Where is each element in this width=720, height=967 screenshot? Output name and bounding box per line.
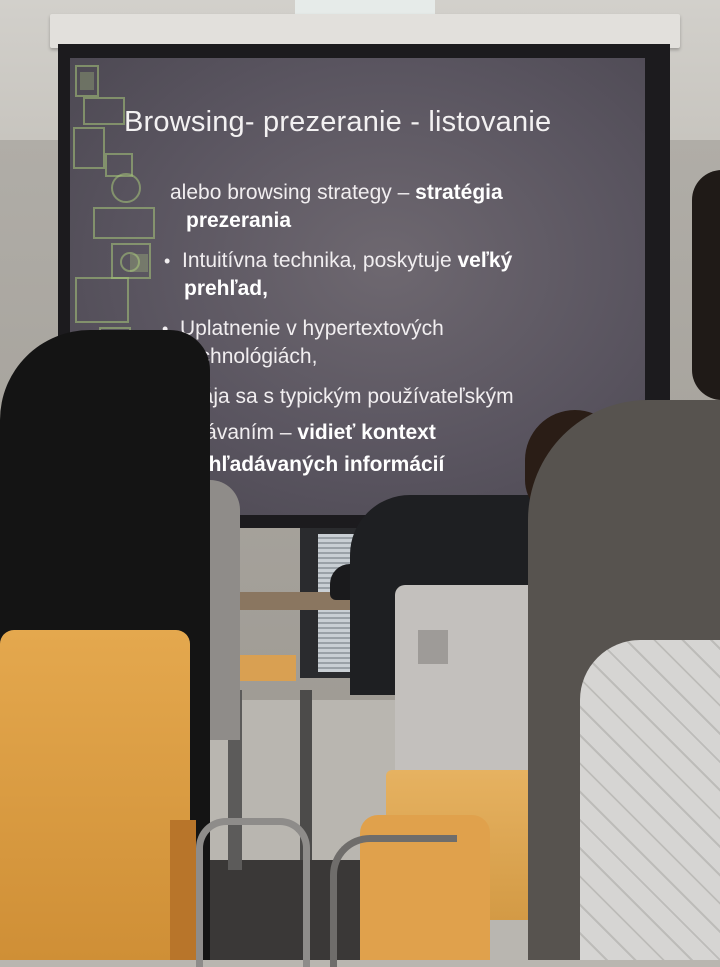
bullet-3-bold: vidieť kontext [297,421,436,444]
chair-frame [330,835,457,967]
chair-left [0,630,190,960]
chair-frame [196,818,310,967]
intro-bold-line2: prezerania [186,209,292,232]
jacket-pocket [418,630,448,664]
slide-intro-line-2: prezerania [186,208,291,234]
bullet-1-line-2: prehľad, [184,276,268,302]
bullet-3-line-1: • Spája sa s typickým používateľským [158,384,514,410]
projector-screen-housing [50,14,680,48]
bullet-3-line-2: správaním – vidieť kontext [176,420,436,446]
intro-text: alebo browsing strategy – [170,181,416,204]
bullet-3-bold-line3: prehľadávaných informácií [176,453,445,476]
bullet-1-text: Intuitívna technika, poskytuje [181,249,458,272]
slide-title: Browsing- prezeranie - listovanie [124,106,552,138]
bullet-2-line-1: • Uplatnenie v hypertextových [162,316,444,342]
bullet-3-line-3: prehľadávaných informácií [176,452,444,478]
bullet-3-text: Spája sa s typickým používateľským [175,385,514,408]
chair-left-edge [170,820,196,960]
bullet-1-bold-line2: prehľad, [184,277,268,300]
bullet-1-bold: veľký [457,249,513,272]
slide-intro-line: alebo browsing strategy – stratégia [170,180,503,206]
bullet-2-text: Uplatnenie v hypertextových [179,317,444,340]
student-right-head [692,170,720,400]
intro-bold: stratégia [415,181,503,204]
bullet-1-glyph: • [164,251,171,271]
puffer-jacket [580,640,720,960]
bullet-1-line-1: • Intuitívna technika, poskytuje veľký [164,248,512,274]
